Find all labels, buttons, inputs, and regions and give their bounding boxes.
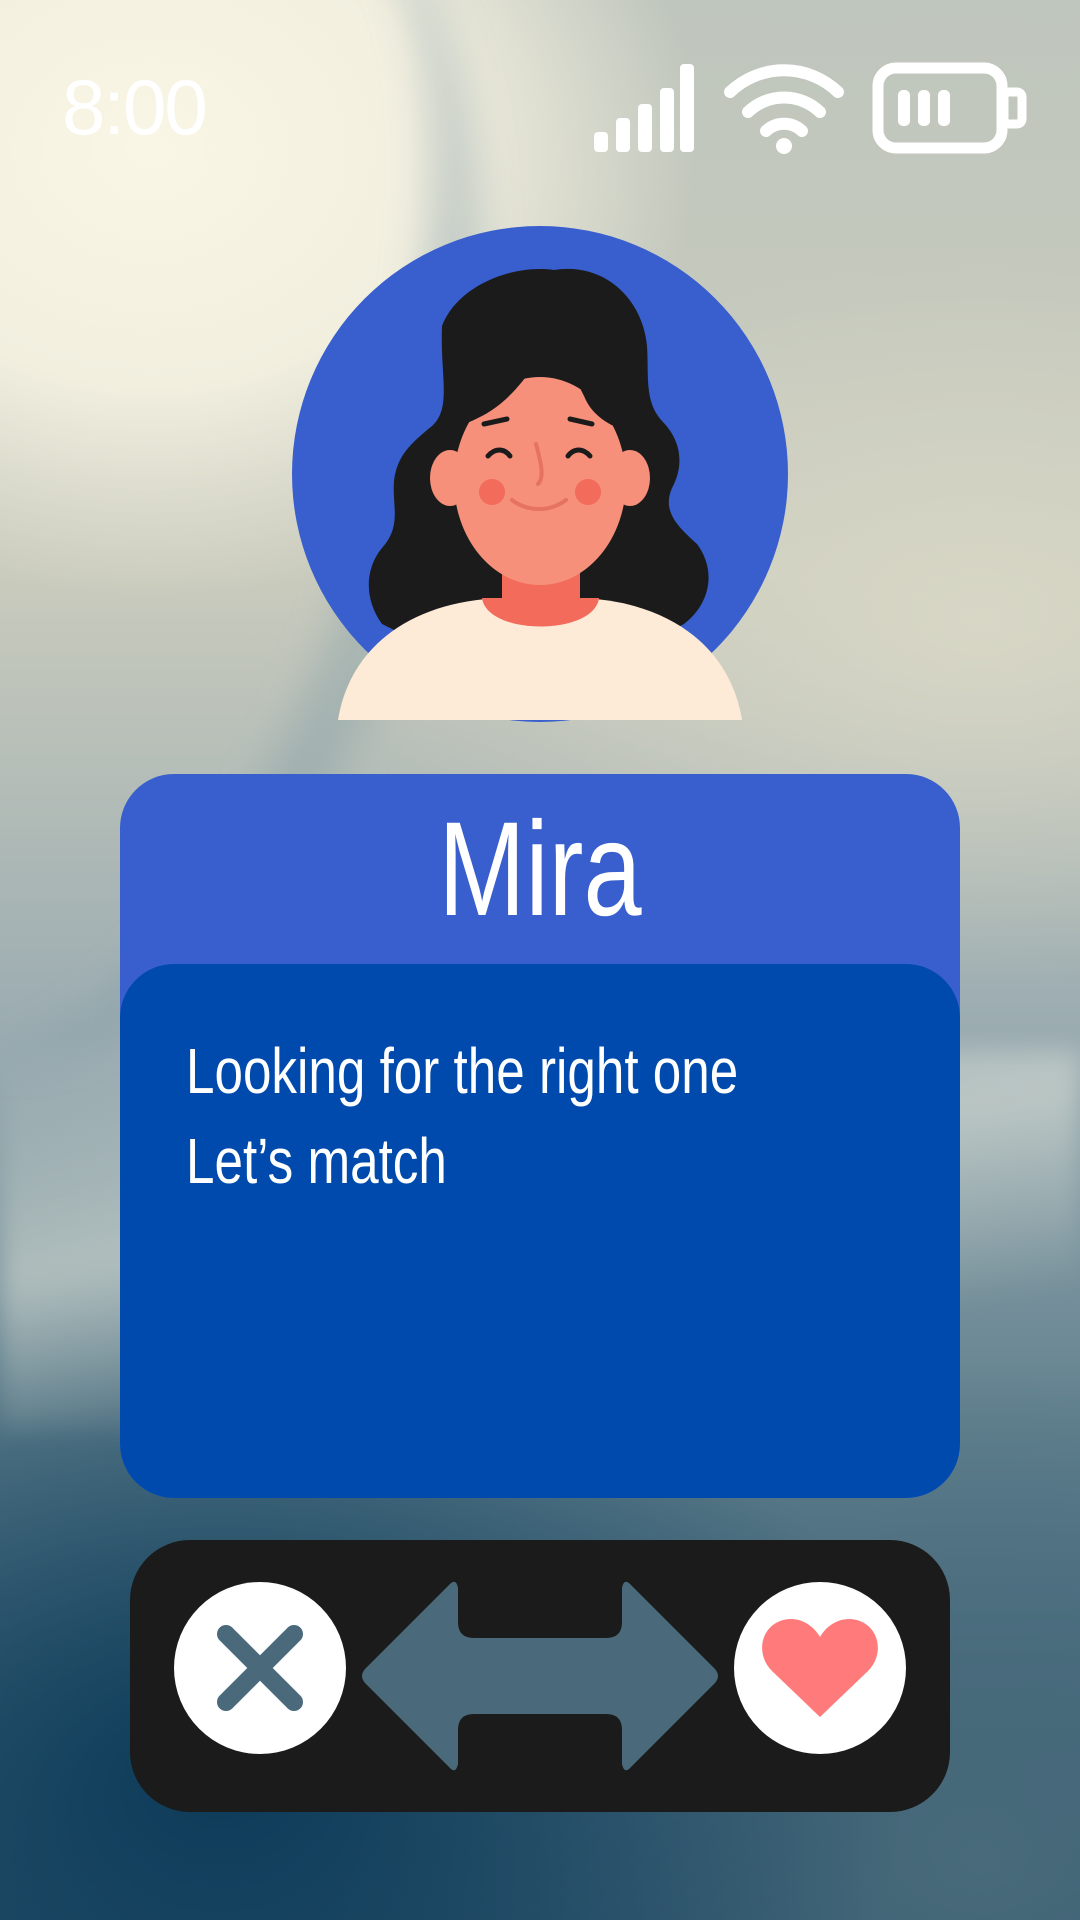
heart-icon <box>762 1618 878 1717</box>
like-button[interactable] <box>734 1582 906 1754</box>
double-arrow-icon[interactable] <box>360 1562 720 1790</box>
profile-name: Mira <box>438 794 642 944</box>
profile-card[interactable]: Mira Looking for the right one Let’s mat… <box>120 774 960 1498</box>
close-icon <box>217 1625 303 1711</box>
wifi-icon <box>724 64 844 154</box>
profile-bio-panel: Looking for the right one Let’s match <box>120 964 960 1498</box>
bio-line-1: Looking for the right one <box>186 1035 739 1107</box>
status-time: 8:00 <box>62 63 208 151</box>
battery-icon <box>872 62 1027 154</box>
action-bar <box>130 1540 950 1812</box>
profile-avatar <box>292 226 788 722</box>
bio-line-2: Let’s match <box>186 1125 447 1197</box>
reject-button[interactable] <box>174 1582 346 1754</box>
signal-icon <box>594 64 694 152</box>
